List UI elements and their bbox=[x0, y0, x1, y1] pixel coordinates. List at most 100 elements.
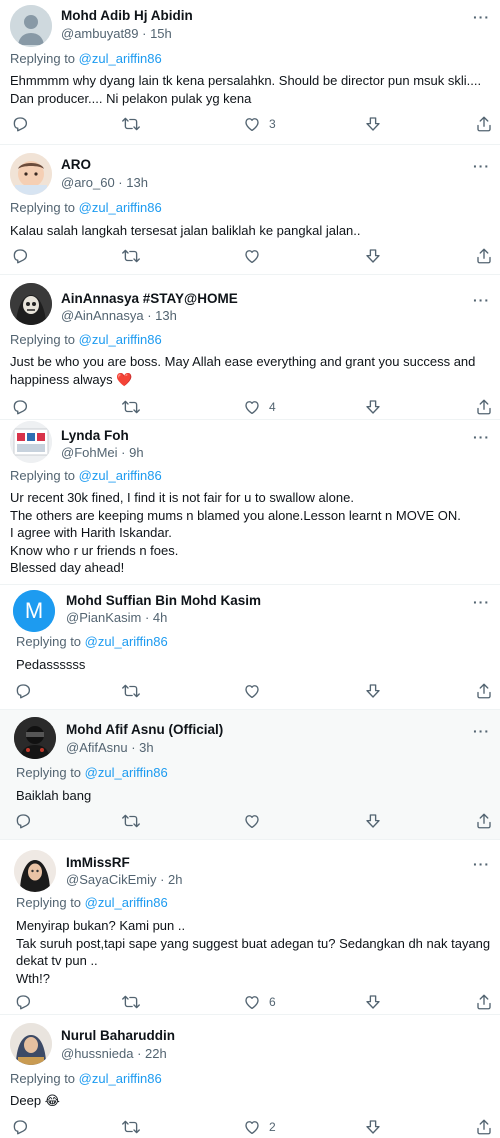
download-icon bbox=[364, 115, 382, 133]
reply-icon bbox=[14, 812, 32, 830]
avatar[interactable] bbox=[10, 153, 52, 195]
avatar[interactable] bbox=[10, 283, 52, 325]
mention-link[interactable]: @zul_ariffin86 bbox=[85, 765, 168, 780]
avatar[interactable] bbox=[14, 850, 56, 892]
author-name[interactable]: ARO bbox=[61, 157, 91, 172]
author-name[interactable]: AinAnnasya #STAY@HOME bbox=[61, 291, 238, 306]
like-count: 2 bbox=[269, 1120, 276, 1134]
retweet-icon bbox=[122, 398, 140, 416]
share-icon bbox=[475, 1118, 493, 1136]
mention-link[interactable]: @zul_ariffin86 bbox=[85, 895, 168, 910]
like-icon bbox=[243, 1118, 261, 1136]
mention-link[interactable]: @zul_ariffin86 bbox=[79, 51, 162, 66]
mention-link[interactable]: @zul_ariffin86 bbox=[79, 200, 162, 215]
avatar[interactable] bbox=[10, 421, 52, 463]
reply-tweet[interactable]: Nurul Baharuddin @hussnieda · 22h Replyi… bbox=[0, 1015, 500, 1134]
more-icon[interactable]: ··· bbox=[473, 724, 490, 738]
text-line: Wth!? bbox=[16, 970, 50, 986]
like-count: 3 bbox=[269, 117, 276, 131]
default-avatar-icon bbox=[10, 5, 52, 47]
like-icon bbox=[243, 398, 261, 416]
author-handle[interactable]: @SayaCikEmiy · 2h bbox=[66, 872, 183, 887]
author-name[interactable]: Mohd Suffian Bin Mohd Kasim bbox=[66, 593, 261, 608]
action-bar: 2 bbox=[0, 1118, 500, 1138]
reply-icon bbox=[11, 115, 29, 133]
author-handle[interactable]: @hussnieda · 22h bbox=[61, 1046, 167, 1061]
author-handle[interactable]: @ambuyat89 · 15h bbox=[61, 26, 172, 41]
author-handle[interactable]: @AinAnnasya · 13h bbox=[61, 308, 177, 323]
retweet-icon bbox=[122, 1118, 140, 1136]
tweet-text: Pedassssss bbox=[16, 656, 494, 674]
reply-tweet[interactable]: AinAnnasya #STAY@HOME @AinAnnasya · 13h … bbox=[0, 275, 500, 420]
action-bar: 4 bbox=[0, 398, 500, 418]
more-icon[interactable]: ··· bbox=[473, 857, 490, 871]
more-icon[interactable]: ··· bbox=[473, 430, 490, 444]
retweet-icon bbox=[122, 115, 140, 133]
more-icon[interactable]: ··· bbox=[473, 293, 490, 307]
reply-tweet[interactable]: Lynda Foh @FohMei · 9h ··· Replying to @… bbox=[0, 420, 500, 585]
avatar[interactable] bbox=[10, 1023, 52, 1065]
share-icon bbox=[475, 398, 493, 416]
text-line: Kalau salah langkah tersesat jalan balik… bbox=[10, 223, 361, 238]
text-line: Deep 😂 bbox=[10, 1092, 488, 1110]
mention-link[interactable]: @zul_ariffin86 bbox=[85, 634, 168, 649]
more-icon[interactable]: ··· bbox=[473, 10, 490, 24]
reply-tweet[interactable]: Mohd Adib Hj Abidin @ambuyat89 · 15h ···… bbox=[0, 0, 500, 145]
mention-link[interactable]: @zul_ariffin86 bbox=[79, 1071, 162, 1086]
author-handle[interactable]: @FohMei · 9h bbox=[61, 445, 144, 460]
mention-link[interactable]: @zul_ariffin86 bbox=[79, 332, 162, 347]
tweet-text: Deep 😂 bbox=[10, 1092, 488, 1110]
baby-avatar-icon bbox=[10, 153, 52, 195]
reply-icon bbox=[11, 247, 29, 265]
reply-tweet[interactable]: ARO @aro_60 · 13h ··· Replying to @zul_a… bbox=[0, 145, 500, 275]
retweet-icon bbox=[122, 812, 140, 830]
tweet-text: Ehmmmm why dyang lain tk kena persalahkn… bbox=[10, 72, 488, 107]
replying-to: Replying to @zul_ariffin86 bbox=[10, 200, 162, 215]
replying-prefix: Replying to bbox=[10, 332, 76, 347]
tweet-text: Baiklah bang bbox=[16, 787, 494, 805]
text-line: Blessed day ahead! bbox=[10, 560, 125, 575]
action-bar bbox=[0, 247, 500, 267]
avatar-letter: M bbox=[24, 598, 44, 623]
like-icon bbox=[243, 115, 261, 133]
author-name[interactable]: Mohd Adib Hj Abidin bbox=[61, 8, 193, 23]
more-icon[interactable]: ··· bbox=[473, 159, 490, 173]
share-icon bbox=[475, 812, 493, 830]
text-line: Ehmmmm why dyang lain tk kena persalahkn… bbox=[10, 73, 482, 88]
reply-icon bbox=[14, 993, 32, 1011]
avatar[interactable] bbox=[14, 717, 56, 759]
reply-icon bbox=[14, 682, 32, 700]
text-line: Just be who you are boss. May Allah ease… bbox=[10, 354, 476, 369]
author-name[interactable]: Mohd Afif Asnu (Official) bbox=[66, 722, 223, 737]
tweet-text: Just be who you are boss. May Allah ease… bbox=[10, 353, 488, 388]
replying-prefix: Replying to bbox=[10, 468, 76, 483]
share-icon bbox=[475, 993, 493, 1011]
skull-avatar-icon bbox=[10, 283, 52, 325]
download-icon bbox=[364, 1118, 382, 1136]
download-icon bbox=[364, 812, 382, 830]
replying-to: Replying to @zul_ariffin86 bbox=[16, 895, 168, 910]
replying-prefix: Replying to bbox=[16, 765, 82, 780]
reply-icon bbox=[11, 1118, 29, 1136]
author-handle[interactable]: @aro_60 · 13h bbox=[61, 175, 148, 190]
hijab-avatar-icon bbox=[14, 850, 56, 892]
reply-tweet[interactable]: M Mohd Suffian Bin Mohd Kasim @PianKasim… bbox=[0, 585, 500, 710]
download-icon bbox=[364, 247, 382, 265]
text-line: happiness always ❤️ bbox=[10, 371, 488, 389]
avatar[interactable]: M bbox=[13, 590, 55, 632]
reply-tweet[interactable]: ImMissRF @SayaCikEmiy · 2h ··· Replying … bbox=[0, 840, 500, 1015]
like-icon bbox=[243, 812, 261, 830]
reply-tweet[interactable]: Mohd Afif Asnu (Official) @AfifAsnu · 3h… bbox=[0, 710, 500, 840]
like-count: 6 bbox=[269, 995, 276, 1009]
more-icon[interactable]: ··· bbox=[473, 595, 490, 609]
author-name[interactable]: ImMissRF bbox=[66, 855, 130, 870]
action-bar: 3 bbox=[0, 115, 500, 135]
author-name[interactable]: Lynda Foh bbox=[61, 428, 129, 443]
author-handle[interactable]: @PianKasim · 4h bbox=[66, 610, 167, 625]
avatar[interactable] bbox=[10, 5, 52, 47]
mention-link[interactable]: @zul_ariffin86 bbox=[79, 468, 162, 483]
laugh-emoji: 😂 bbox=[44, 1093, 60, 1108]
author-name[interactable]: Nurul Baharuddin bbox=[61, 1028, 175, 1043]
action-bar bbox=[0, 812, 500, 832]
author-handle[interactable]: @AfifAsnu · 3h bbox=[66, 740, 154, 755]
